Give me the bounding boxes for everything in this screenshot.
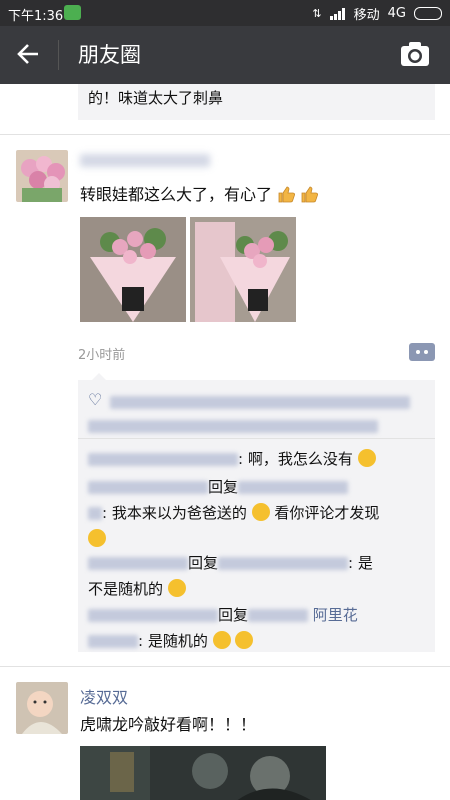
previous-comment-text: 的！味道太大了刺鼻 <box>88 89 224 107</box>
avatar[interactable] <box>16 150 68 202</box>
previous-comment: 的！味道太大了刺鼻 <box>78 84 435 120</box>
comment-item[interactable]: 回复 : 是 <box>88 550 426 576</box>
signal-icon <box>329 7 345 20</box>
heart-icon: ♡ <box>88 390 103 409</box>
thumbs-up-icon <box>301 186 319 203</box>
reply-label: 回复 <box>218 606 249 624</box>
likers-list-blurred[interactable] <box>110 392 410 411</box>
flowers-avatar-image <box>16 150 68 202</box>
comment-item[interactable]: 回复 <box>88 474 426 500</box>
sleepy-emoji-icon <box>251 503 270 521</box>
status-time: 下午1:36 <box>8 9 64 24</box>
battery-icon <box>414 7 442 20</box>
thumbs-up-icon <box>278 186 296 203</box>
network-type: 4G <box>387 6 406 21</box>
comment-item[interactable]: : 啊，我怎么没有 <box>88 446 426 472</box>
post-text: 虎啸龙吟敲好看啊！！！ <box>80 715 257 734</box>
child-with-bouquet-photo-image <box>190 217 296 322</box>
post-divider <box>0 666 450 667</box>
camera-icon <box>401 42 429 66</box>
comments-box-arrow <box>92 373 106 380</box>
reply-label: 回复 <box>188 554 219 572</box>
post-author-name-blurred[interactable] <box>80 150 210 169</box>
comment-text: 不是随机的 <box>88 580 164 598</box>
avatar[interactable] <box>16 682 68 734</box>
comment-item-continued <box>88 526 426 552</box>
page-title: 朋友圈 <box>78 43 141 67</box>
reply-label: 回复 <box>208 478 239 496</box>
thinking-emoji-icon <box>88 529 106 547</box>
comment-item-continued: 不是随机的 <box>88 576 426 602</box>
post-photo[interactable] <box>80 217 186 322</box>
nav-divider <box>58 40 59 70</box>
carrier-label: 移动 <box>353 8 380 23</box>
post-photo[interactable] <box>190 217 296 322</box>
arrow-left-icon <box>17 44 38 64</box>
comment-text: 看你评论才发现 <box>274 504 380 522</box>
comment-text: : 是随机的 <box>138 632 208 650</box>
likes-row: ♡ <box>78 380 435 439</box>
drama-poster-image <box>80 746 326 800</box>
bouquet-photo-image <box>80 217 186 322</box>
moments-feed[interactable]: 的！味道太大了刺鼻 转眼娃都这么大了，有心了 2小时前 ♡: 啊，我怎么没有 … <box>0 84 450 800</box>
status-bar: 下午1:36 ⇅ 移动 4G <box>0 0 450 26</box>
thinking-emoji-icon <box>167 579 186 597</box>
status-indicators: ⇅ 移动 4G <box>312 4 442 23</box>
crying-emoji-icon <box>357 449 376 467</box>
post-text: 转眼娃都这么大了，有心了 <box>80 181 319 205</box>
comment-text: : 我本来以为爸爸送的 <box>102 504 247 522</box>
grinning-emoji-icon <box>212 631 231 649</box>
wechat-notification-icon <box>64 5 81 20</box>
comment-text: : 啊，我怎么没有 <box>238 450 353 468</box>
reply-target-name[interactable]: 阿里花 <box>308 606 358 624</box>
post-divider <box>0 134 450 135</box>
comment-text: : 是 <box>348 554 373 572</box>
grinning-emoji-icon <box>235 631 254 649</box>
post-timestamp: 2小时前 <box>78 348 126 363</box>
top-nav-bar: 朋友圈 <box>0 26 450 84</box>
likers-list-blurred[interactable] <box>88 416 378 435</box>
data-transfer-icon: ⇅ <box>312 7 322 20</box>
post-photo[interactable] <box>80 746 326 800</box>
comment-item[interactable]: 回复 阿里花 <box>88 602 426 628</box>
camera-button[interactable] <box>400 40 430 70</box>
post-author-name[interactable]: 凌双双 <box>80 684 128 708</box>
comment-item-continued: : 我本来以为爸爸送的 看你评论才发现 <box>88 500 426 526</box>
back-button[interactable] <box>16 36 40 75</box>
baby-avatar-image <box>16 682 68 734</box>
comments-box: ♡ : 啊，我怎么没有 回复 : 我本来以为爸爸送的 看你评论才发现 回复 : 是 <box>78 373 435 654</box>
comment-like-menu-button[interactable] <box>409 343 435 361</box>
comment-item-continued: : 是随机的 <box>88 628 426 654</box>
post-text-content: 转眼娃都这么大了，有心了 <box>80 185 273 204</box>
